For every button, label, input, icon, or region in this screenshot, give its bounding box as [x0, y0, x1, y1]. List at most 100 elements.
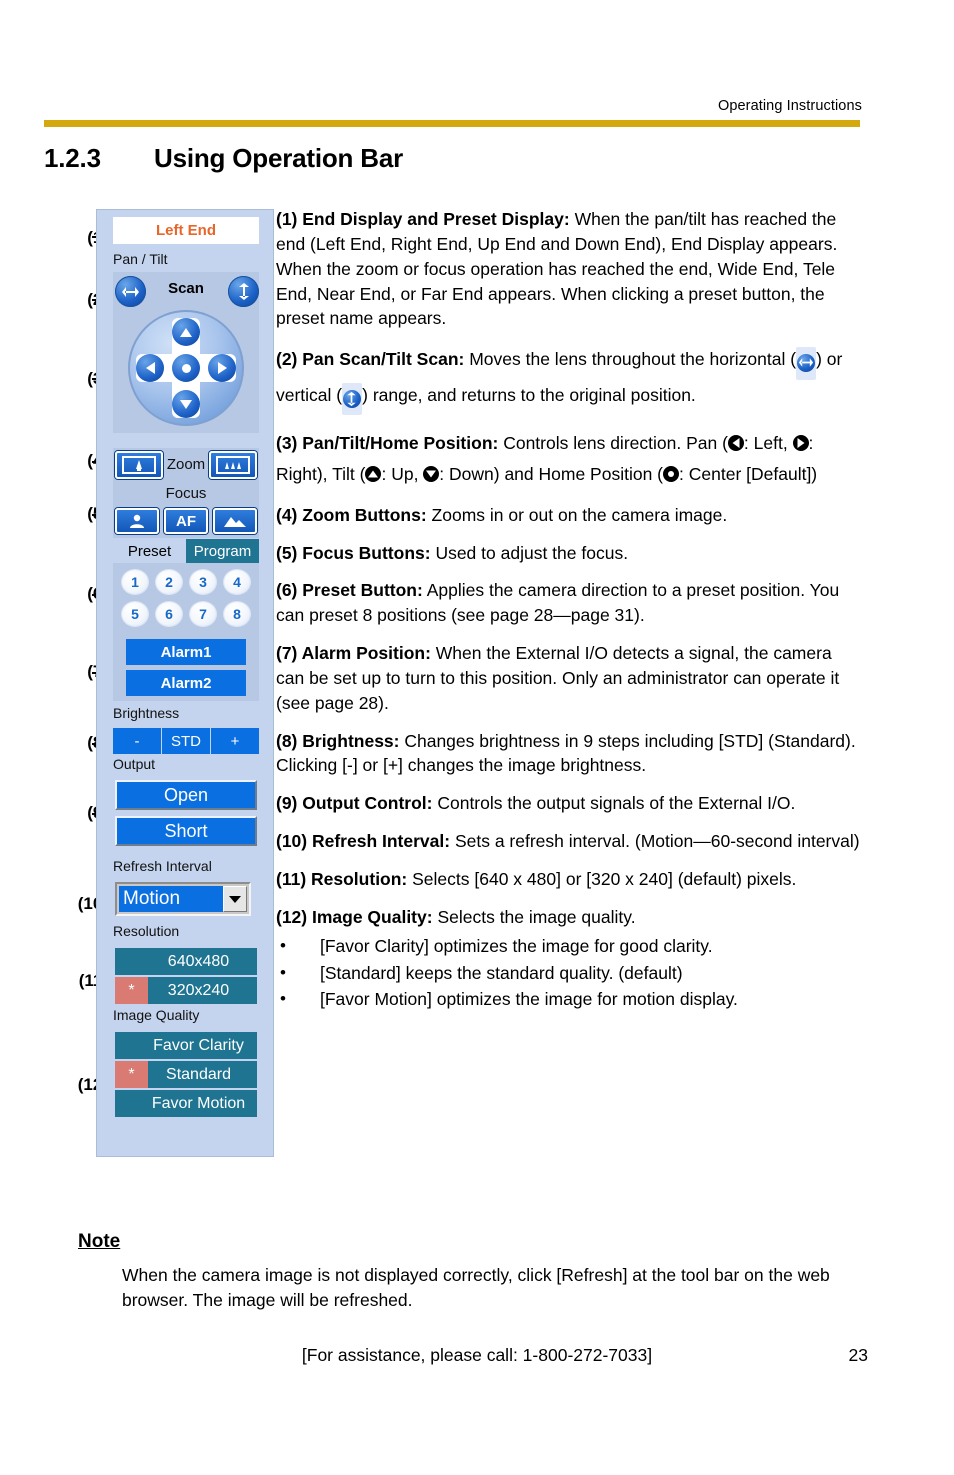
paragraph-8: (8) Brightness: Changes brightness in 9 …: [276, 729, 864, 779]
alarm-button-2[interactable]: Alarm2: [126, 670, 246, 696]
brightness-minus-button[interactable]: -: [113, 728, 162, 754]
paragraph-6: (6) Preset Button: Applies the camera di…: [276, 578, 864, 628]
page-title: 1.2.3 Using Operation Bar: [44, 143, 403, 174]
note-text: When the camera image is not displayed c…: [122, 1265, 830, 1311]
refresh-interval-select[interactable]: Motion: [115, 882, 251, 916]
pan-tilt-joystick: [128, 310, 244, 426]
preset-button-grid: 1 2 3 4 5 6 7 8: [113, 563, 259, 635]
preset-header: Preset Program: [113, 539, 259, 563]
preset-button-6[interactable]: 6: [156, 602, 182, 626]
paragraph-1-lead: (1) End Display and Preset Display:: [276, 209, 570, 229]
arrow-left-icon[interactable]: [136, 354, 164, 382]
preset-button-7[interactable]: 7: [190, 602, 216, 626]
brightness-controls: - STD +: [113, 728, 259, 754]
paragraph-2-lead: (2) Pan Scan/Tilt Scan:: [276, 349, 465, 370]
brightness-group-label: Brightness: [113, 705, 180, 721]
home-center-icon[interactable]: [172, 354, 200, 382]
section-number: 1.2.3: [44, 143, 101, 173]
section-title-text: Using Operation Bar: [154, 143, 404, 173]
refresh-interval-value: Motion: [119, 886, 223, 912]
focus-auto-button[interactable]: AF: [164, 508, 208, 534]
paragraph-9-text: Controls the output signals of the Exter…: [432, 793, 796, 814]
running-head: Operating Instructions: [717, 98, 862, 114]
footer-page-number: 23: [848, 1345, 868, 1365]
operation-bar-panel: Left End Pan / Tilt Scan Zoom Focus AF P…: [96, 209, 274, 1157]
selected-marker: *: [115, 977, 148, 1004]
preset-label: Preset: [127, 542, 172, 560]
preset-button-4[interactable]: 4: [224, 570, 250, 594]
option-label: Favor Motion: [151, 1094, 246, 1112]
arrow-up-icon: [365, 466, 382, 483]
output-short-button[interactable]: Short: [115, 816, 257, 846]
image-quality-option-standard[interactable]: * Standard: [115, 1061, 257, 1088]
paragraph-10-lead: (10) Refresh Interval:: [276, 831, 451, 852]
resolution-option-640x480[interactable]: 640x480: [115, 948, 257, 975]
paragraph-5-lead: (5) Focus Buttons:: [276, 542, 431, 563]
paragraph-9-lead: (9) Output Control:: [276, 793, 433, 814]
image-quality-group-label: Image Quality: [113, 1007, 200, 1023]
selected-marker: [115, 1032, 148, 1059]
refresh-interval-group-label: Refresh Interval: [113, 858, 212, 874]
paragraph-3-text-b: : Left,: [743, 433, 793, 454]
paragraph-2-text-c: ) range, and returns to the original pos…: [362, 384, 696, 405]
home-center-icon: [663, 466, 680, 483]
paragraph-11-text: Selects [640 x 480] or [320 x 240] (defa…: [407, 869, 797, 889]
end-display-field: Left End: [113, 217, 259, 244]
paragraph-10-text: Sets a refresh interval. (Motion—60-seco…: [450, 831, 860, 852]
paragraph-7-lead: (7) Alarm Position:: [276, 643, 431, 664]
pan-scan-horizontal-icon: [796, 347, 817, 380]
selected-marker: *: [115, 1061, 148, 1088]
paragraph-11: (11) Resolution: Selects [640 x 480] or …: [276, 867, 864, 892]
arrow-right-icon[interactable]: [208, 354, 236, 382]
option-label: Standard: [166, 1065, 231, 1083]
paragraph-7: (7) Alarm Position: When the External I/…: [276, 641, 864, 716]
tilt-scan-vertical-icon[interactable]: [228, 276, 259, 307]
output-group-label: Output: [113, 756, 156, 772]
paragraph-8-lead: (8) Brightness:: [276, 730, 400, 751]
paragraph-11-lead: (11) Resolution:: [276, 869, 408, 889]
option-label: 320x240: [167, 981, 230, 999]
alarm-button-1[interactable]: Alarm1: [126, 639, 246, 665]
brightness-std-button[interactable]: STD: [162, 728, 211, 754]
preset-button-2[interactable]: 2: [156, 570, 182, 594]
arrow-right-icon: [792, 435, 809, 452]
pan-tilt-group-label: Pan / Tilt: [113, 251, 168, 267]
preset-button-5[interactable]: 5: [122, 602, 148, 626]
tilt-scan-vertical-icon: [342, 382, 363, 416]
preset-button-3[interactable]: 3: [190, 570, 216, 594]
focus-far-mountain-icon[interactable]: [213, 508, 257, 534]
preset-button-8[interactable]: 8: [224, 602, 250, 626]
option-label: 640x480: [167, 952, 230, 970]
paragraph-6-lead: (6) Preset Button:: [276, 580, 423, 601]
footer-assistance: [For assistance, please call: 1-800-272-…: [301, 1345, 653, 1365]
paragraph-10: (10) Refresh Interval: Sets a refresh in…: [276, 829, 864, 854]
paragraph-12: (12) Image Quality: Selects the image qu…: [276, 905, 864, 930]
list-item: [Favor Clarity] optimizes the image for …: [276, 934, 864, 959]
zoom-tele-icon[interactable]: [209, 451, 257, 479]
image-quality-option-favor-clarity[interactable]: Favor Clarity: [115, 1032, 257, 1059]
arrow-down-icon: [423, 466, 440, 483]
arrow-down-icon[interactable]: [172, 390, 200, 418]
paragraph-4-text: Zooms in or out on the camera image.: [426, 504, 728, 525]
paragraph-4-lead: (4) Zoom Buttons:: [276, 504, 427, 525]
paragraph-9: (9) Output Control: Controls the output …: [276, 791, 864, 816]
selected-marker: [115, 948, 148, 975]
paragraph-12-text: Selects the image quality.: [432, 906, 636, 927]
output-open-button[interactable]: Open: [115, 780, 257, 810]
list-item: [Favor Motion] optimizes the image for m…: [276, 987, 864, 1012]
brightness-plus-button[interactable]: +: [211, 728, 259, 754]
body-text-column: (1) End Display and Preset Display: When…: [276, 207, 864, 1014]
preset-button-1[interactable]: 1: [122, 570, 148, 594]
paragraph-5: (5) Focus Buttons: Used to adjust the fo…: [276, 541, 864, 566]
note-heading: Note: [78, 1231, 121, 1252]
paragraph-3-text-f: : Center [Default]): [679, 464, 818, 485]
program-tab[interactable]: Program: [186, 539, 259, 563]
arrow-up-icon[interactable]: [172, 318, 200, 346]
focus-near-person-icon[interactable]: [115, 508, 159, 534]
chevron-down-icon[interactable]: [223, 886, 247, 912]
option-label: Favor Clarity: [153, 1036, 244, 1054]
selected-marker: [115, 1090, 148, 1117]
paragraph-5-text: Used to adjust the focus.: [430, 542, 629, 563]
resolution-option-320x240[interactable]: * 320x240: [115, 977, 257, 1004]
image-quality-option-favor-motion[interactable]: Favor Motion: [115, 1090, 257, 1117]
